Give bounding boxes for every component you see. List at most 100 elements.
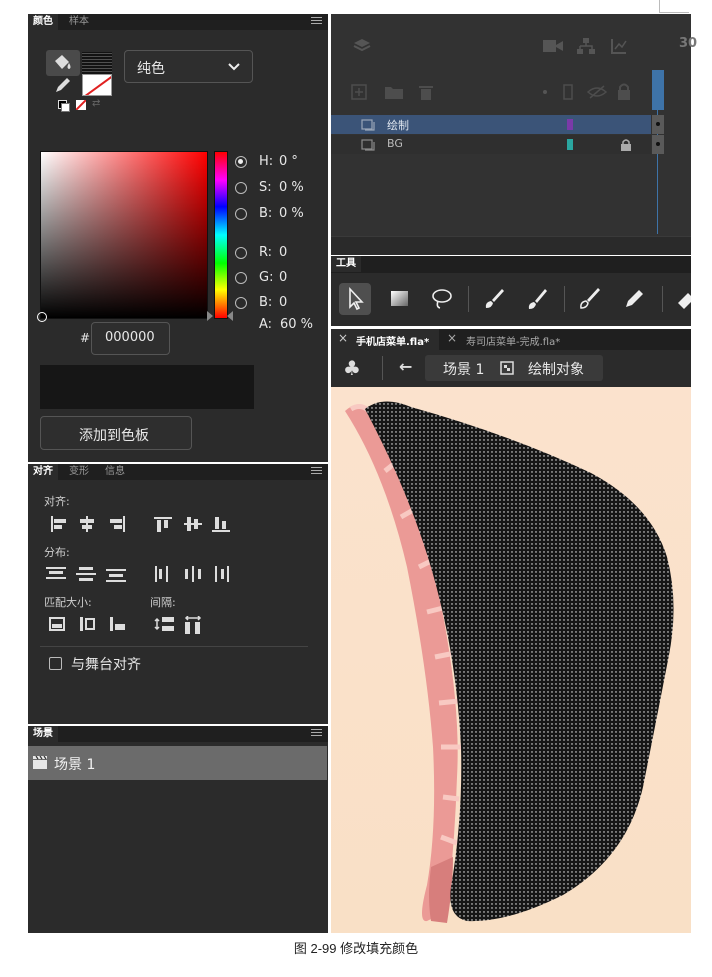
paint-bucket-icon: [55, 55, 71, 69]
camera-icon[interactable]: [543, 40, 563, 52]
graph-icon[interactable]: [611, 38, 627, 54]
hue-value[interactable]: 0 °: [279, 154, 298, 169]
hue-slider[interactable]: [214, 151, 228, 319]
fill-bucket-button[interactable]: [46, 50, 80, 76]
arrow-cursor-icon: [349, 286, 364, 311]
layer-color-swatch[interactable]: [567, 139, 573, 150]
brush-tool[interactable]: [520, 283, 552, 315]
align-horizontal-center-icon[interactable]: [78, 516, 96, 532]
alpha-value[interactable]: 60 %: [280, 317, 313, 332]
timeline-scrollbar[interactable]: [331, 236, 691, 255]
scene-list-item[interactable]: 场景 1: [28, 746, 327, 780]
lock-icon[interactable]: [621, 139, 631, 151]
rectangle-tool[interactable]: [384, 283, 416, 315]
color-picker-field[interactable]: [37, 151, 208, 322]
tab-color[interactable]: 颜色: [28, 14, 58, 30]
tab-info[interactable]: 信息: [100, 464, 130, 480]
hue-radio[interactable]: [235, 156, 247, 168]
tab-transform[interactable]: 变形: [64, 464, 94, 480]
fill-type-dropdown[interactable]: 纯色: [124, 50, 253, 83]
brightness-value[interactable]: 0 %: [279, 206, 304, 221]
layers-icon[interactable]: [353, 38, 371, 54]
document-tab[interactable]: × 寿司店菜单-完成.fla*: [441, 329, 581, 350]
hex-input[interactable]: 000000: [91, 322, 170, 355]
hue-slider-handle[interactable]: [207, 311, 213, 321]
panel-menu-icon[interactable]: [311, 467, 322, 476]
layer-row[interactable]: BG: [331, 135, 651, 154]
keyframe-cell[interactable]: [652, 115, 664, 134]
layer-color-swatch[interactable]: [567, 119, 573, 130]
selection-tool[interactable]: [339, 283, 371, 315]
layer-icon: [361, 139, 375, 151]
tab-align[interactable]: 对齐: [28, 464, 58, 480]
panel-menu-icon[interactable]: [311, 729, 322, 738]
add-to-swatches-button[interactable]: 添加到色板: [40, 416, 192, 450]
pencil-icon[interactable]: [52, 76, 74, 94]
tab-swatches[interactable]: 样本: [64, 14, 94, 30]
back-arrow-icon[interactable]: ←: [399, 357, 412, 376]
red-value[interactable]: 0: [279, 245, 287, 260]
breadcrumb-scene[interactable]: 场景 1: [443, 359, 484, 379]
match-width-icon[interactable]: [48, 616, 66, 632]
saturation-value[interactable]: 0 %: [279, 180, 304, 195]
eraser-tool[interactable]: [670, 283, 691, 315]
default-colors-icon[interactable]: [58, 100, 70, 112]
paint-brush-tool[interactable]: [478, 283, 510, 315]
fluid-brush-tool[interactable]: [574, 283, 606, 315]
match-height-icon[interactable]: [78, 616, 96, 632]
saturation-radio[interactable]: [235, 182, 247, 194]
swap-colors-icon[interactable]: ⇄: [92, 98, 100, 109]
red-radio[interactable]: [235, 247, 247, 259]
document-tab-active[interactable]: × 手机店菜单.fla*: [331, 329, 439, 350]
trash-icon[interactable]: [419, 84, 433, 100]
parenting-icon[interactable]: [577, 38, 595, 54]
hue-slider-handle-right[interactable]: [227, 311, 233, 321]
pencil-tool[interactable]: [618, 283, 650, 315]
pencil-icon: [626, 290, 643, 307]
tab-scene[interactable]: 场景: [28, 726, 58, 742]
space-evenly-vertical-icon[interactable]: [154, 616, 174, 632]
blue-value[interactable]: 0: [279, 295, 287, 310]
stage-align-checkbox[interactable]: [49, 657, 62, 670]
panel-menu-icon[interactable]: [311, 17, 322, 26]
space-evenly-horizontal-icon[interactable]: [184, 616, 202, 634]
distribute-horizontal-center-icon[interactable]: [184, 566, 202, 582]
align-panel: 对齐 变形 信息 对齐: 分布: 匹配大小: 间隔: 与舞台对齐: [28, 464, 328, 724]
close-icon[interactable]: ×: [447, 331, 457, 345]
align-right-edge-icon[interactable]: [108, 516, 126, 532]
layer-row[interactable]: 绘制: [331, 115, 651, 134]
close-icon[interactable]: ×: [338, 331, 348, 345]
folder-icon[interactable]: [385, 85, 403, 99]
symbol-club-icon[interactable]: ♣: [343, 356, 361, 380]
color-panel: 颜色 样本 ⇄ 纯色 H: 0 ° S: 0 % B: 0 % R: 0 G: …: [28, 14, 328, 462]
stage-canvas[interactable]: [331, 387, 691, 933]
playhead-marker[interactable]: [652, 70, 664, 110]
distribute-right-icon[interactable]: [212, 566, 230, 582]
drawing-object-icon: [500, 361, 514, 375]
green-radio[interactable]: [235, 272, 247, 284]
lock-icon[interactable]: [617, 83, 631, 100]
green-value[interactable]: 0: [279, 270, 287, 285]
no-color-icon[interactable]: [76, 100, 86, 110]
outline-icon[interactable]: [563, 84, 573, 100]
align-left-edge-icon[interactable]: [50, 516, 68, 532]
brightness-radio[interactable]: [235, 208, 247, 220]
distribute-bottom-icon[interactable]: [106, 566, 126, 582]
distribute-vertical-center-icon[interactable]: [76, 566, 96, 582]
stroke-none-swatch[interactable]: [82, 74, 112, 96]
keyframe-cell[interactable]: [652, 135, 664, 154]
align-bottom-edge-icon[interactable]: [212, 516, 230, 532]
align-top-edge-icon[interactable]: [154, 516, 172, 532]
tab-tools[interactable]: 工具: [331, 256, 361, 272]
distribute-top-icon[interactable]: [46, 566, 66, 582]
fill-pattern-swatch[interactable]: [82, 52, 112, 74]
hide-eye-icon[interactable]: [587, 84, 607, 100]
breadcrumb-object[interactable]: 绘制对象: [528, 359, 584, 379]
lasso-tool[interactable]: [426, 283, 458, 315]
document-tab-label: 寿司店菜单-完成.fla*: [466, 337, 561, 348]
new-layer-icon[interactable]: [351, 84, 367, 100]
blue-radio[interactable]: [235, 297, 247, 309]
match-width-height-icon[interactable]: [108, 616, 126, 632]
align-vertical-center-icon[interactable]: [184, 516, 202, 532]
distribute-left-icon[interactable]: [154, 566, 172, 582]
